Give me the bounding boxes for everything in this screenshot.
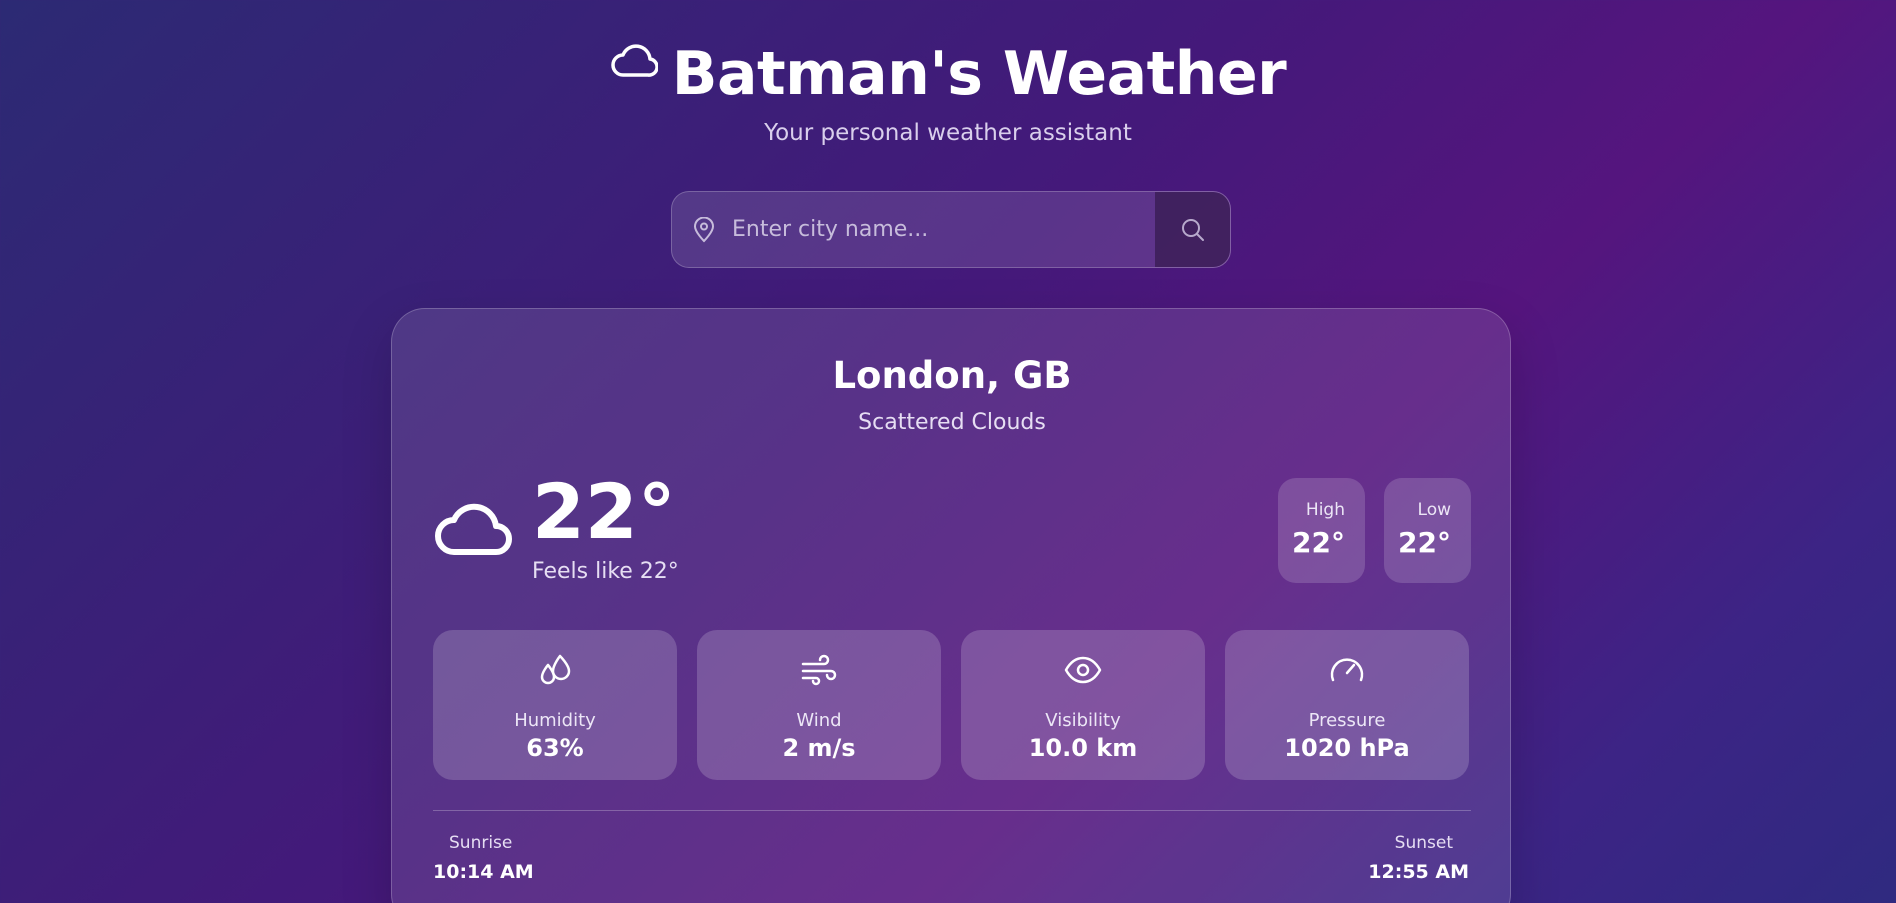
app-subtitle: Your personal weather assistant	[764, 120, 1132, 146]
sunset-time: 12:55 AM	[1368, 861, 1469, 883]
wind-tile: Wind 2 m/s	[697, 630, 941, 780]
city-name: London, GB	[832, 354, 1072, 397]
sunrise-info: Sunrise 10:14 AM	[433, 833, 534, 883]
high-temp-badge: High 22°	[1278, 478, 1365, 583]
droplets-icon	[540, 654, 571, 685]
humidity-tile: Humidity 63%	[433, 630, 677, 780]
gauge-icon	[1330, 658, 1364, 682]
sunset-label: Sunset	[1394, 833, 1453, 853]
low-value: 22°	[1398, 526, 1451, 559]
pressure-value: 1020 hPa	[1284, 734, 1410, 762]
visibility-value: 10.0 km	[1028, 734, 1138, 762]
humidity-value: 63%	[526, 734, 584, 762]
city-search-input[interactable]	[732, 192, 1152, 267]
pressure-label: Pressure	[1308, 710, 1386, 731]
sunrise-time: 10:14 AM	[433, 861, 534, 883]
wind-label: Wind	[796, 710, 842, 731]
cloud-icon	[435, 503, 512, 555]
sunrise-label: Sunrise	[449, 833, 513, 853]
divider	[433, 810, 1471, 811]
cloud-icon	[611, 44, 658, 77]
weather-condition: Scattered Clouds	[858, 410, 1046, 435]
pressure-tile: Pressure 1020 hPa	[1225, 630, 1469, 780]
low-label: Low	[1417, 500, 1451, 520]
high-value: 22°	[1292, 526, 1345, 559]
search-icon	[1181, 218, 1204, 241]
eye-icon	[1064, 656, 1102, 684]
search-bar	[671, 191, 1231, 268]
app-title: Batman's Weather	[671, 39, 1287, 109]
high-label: High	[1305, 500, 1345, 520]
visibility-label: Visibility	[1045, 710, 1121, 731]
app-header: Batman's Weather	[0, 38, 1896, 110]
sunset-info: Sunset 12:55 AM	[1368, 833, 1469, 883]
weather-card: London, GB Scattered Clouds 22° Feels li…	[391, 308, 1511, 903]
current-temperature: 22°	[532, 467, 676, 556]
search-button[interactable]	[1155, 192, 1230, 267]
humidity-label: Humidity	[514, 710, 596, 731]
visibility-tile: Visibility 10.0 km	[961, 630, 1205, 780]
low-temp-badge: Low 22°	[1384, 478, 1471, 583]
wind-value: 2 m/s	[782, 734, 856, 762]
map-pin-icon	[693, 217, 715, 243]
feels-like: Feels like 22°	[532, 559, 679, 584]
wind-icon	[801, 654, 837, 686]
